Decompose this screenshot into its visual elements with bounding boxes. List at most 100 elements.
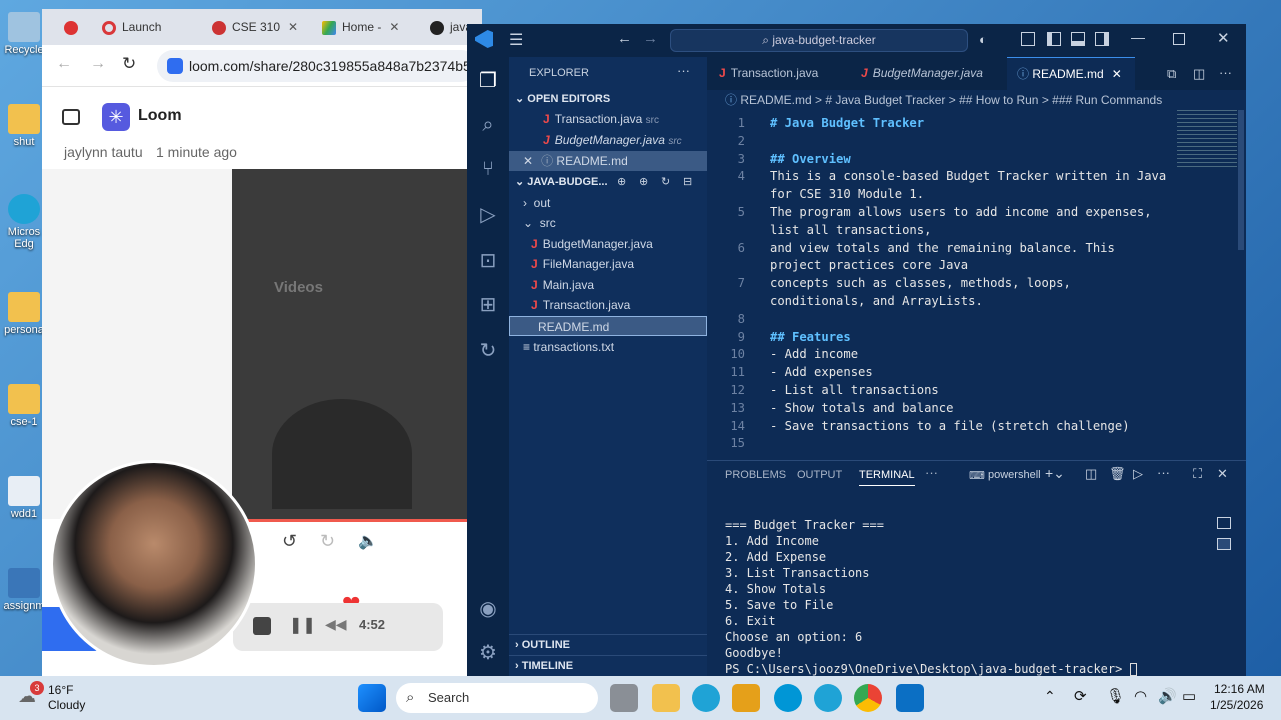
stop-icon[interactable]: [253, 617, 271, 635]
toggle-secondary-icon[interactable]: [1095, 32, 1109, 46]
desktop-icon-recycle[interactable]: Recycle: [0, 12, 48, 56]
chevron-up-icon[interactable]: ⌃: [1044, 688, 1056, 705]
minimize-icon[interactable]: —: [1131, 29, 1145, 45]
copilot-icon[interactable]: ◐: [979, 32, 987, 47]
volume-icon[interactable]: 🔈: [358, 531, 378, 551]
tab-cse310[interactable]: CSE 310 ✕: [212, 13, 298, 41]
wifi-icon[interactable]: ◠: [1134, 687, 1147, 705]
hp-icon[interactable]: [774, 684, 802, 712]
reload-icon[interactable]: ↻: [122, 54, 136, 74]
desktop-icon-wdd[interactable]: wdd1: [0, 476, 48, 520]
edge-dev-icon[interactable]: [814, 684, 842, 712]
layout-icon[interactable]: [1021, 32, 1035, 46]
store-icon[interactable]: [732, 684, 760, 712]
vscode-icon[interactable]: [896, 684, 924, 712]
pause-icon[interactable]: ❚❚: [289, 615, 316, 635]
remote-icon[interactable]: ⊡: [476, 249, 500, 273]
split-editor-icon[interactable]: ◫: [1193, 66, 1205, 82]
tab-launch[interactable]: Launch: [102, 13, 161, 41]
desktop-icon-personal[interactable]: persona: [0, 292, 48, 336]
close-icon[interactable]: ✕: [1112, 67, 1122, 81]
minimap[interactable]: [1177, 110, 1237, 170]
clock-time[interactable]: 12:16 AM: [1214, 682, 1265, 696]
toggle-panel-icon[interactable]: [1071, 32, 1085, 46]
task-view-icon[interactable]: [610, 684, 638, 712]
source-control-icon[interactable]: ⑂: [476, 157, 500, 181]
forward-icon[interactable]: →: [643, 30, 658, 47]
more-icon[interactable]: ···: [1219, 65, 1232, 80]
outline-header[interactable]: › OUTLINE: [509, 634, 707, 654]
tree-file-budgetmanager[interactable]: J BudgetManager.java: [509, 234, 707, 254]
explorer-icon[interactable]: ❐: [476, 69, 500, 93]
command-search[interactable]: ⌕ java-budget-tracker: [670, 29, 968, 52]
desktop-icon-cse[interactable]: cse-1: [0, 384, 48, 428]
close-panel-icon[interactable]: ✕: [1217, 466, 1228, 482]
extensions-icon[interactable]: ⊞: [476, 293, 500, 317]
tab-output[interactable]: OUTPUT: [797, 469, 842, 481]
back-icon[interactable]: ←: [56, 55, 72, 73]
shell-label[interactable]: powershell: [988, 469, 1041, 481]
sidebar-toggle-icon[interactable]: [62, 109, 80, 125]
close-icon[interactable]: ✕: [389, 20, 399, 34]
tree-folder-out[interactable]: › out: [509, 193, 707, 213]
tab-problems[interactable]: PROBLEMS: [725, 469, 786, 481]
breadcrumb[interactable]: ⓘ README.md > # Java Budget Tracker > ##…: [707, 90, 1246, 110]
tab-home[interactable]: Home - ✕: [322, 13, 399, 41]
timeline-header[interactable]: › TIMELINE: [509, 655, 707, 675]
account-icon[interactable]: ◉: [476, 597, 500, 621]
new-terminal-icon[interactable]: +⌄: [1045, 465, 1065, 482]
start-icon[interactable]: [358, 684, 386, 712]
gear-icon[interactable]: ⚙: [476, 641, 500, 665]
tree-file-main[interactable]: J Main.java: [509, 275, 707, 295]
tab-budgetmanager[interactable]: J BudgetManager.java: [861, 57, 983, 90]
tree-folder-src[interactable]: ⌄ src: [509, 213, 707, 233]
close-icon[interactable]: ✕: [288, 20, 298, 34]
trash-icon[interactable]: 🗑: [1109, 466, 1126, 482]
more-icon[interactable]: ···: [1157, 465, 1170, 480]
webcam-bubble[interactable]: [50, 460, 258, 668]
menu-icon[interactable]: ☰: [509, 30, 523, 50]
clock-date[interactable]: 1/25/2026: [1210, 698, 1263, 712]
close-icon[interactable]: ✕: [1217, 29, 1230, 47]
tree-file-filemanager[interactable]: J FileManager.java: [509, 254, 707, 274]
maximize-icon[interactable]: [1173, 33, 1185, 45]
open-editors-header[interactable]: ⌄ OPEN EDITORS: [509, 89, 707, 109]
more-icon[interactable]: ···: [677, 63, 690, 78]
rewind-icon[interactable]: ↺: [282, 531, 297, 552]
open-editor-readme[interactable]: ✕ ⓘ README.md: [509, 151, 707, 171]
desktop-icon-shut[interactable]: shut: [0, 104, 48, 148]
url-input[interactable]: loom.com/share/280c319855a848a7b2374b542: [157, 50, 477, 82]
progress-bar[interactable]: [242, 519, 482, 522]
project-header[interactable]: ⌄ JAVA-BUDGE... ⊕ ⊕ ↻ ⊟: [509, 172, 707, 192]
tree-file-readme[interactable]: README.md: [509, 316, 707, 336]
close-icon[interactable]: ✕: [523, 154, 533, 168]
more-icon[interactable]: ···: [925, 465, 938, 480]
chrome-icon[interactable]: [854, 684, 882, 712]
taskbar-search[interactable]: ⌕ Search: [396, 683, 598, 713]
forward-icon[interactable]: →: [90, 55, 106, 73]
search-icon[interactable]: ⌕: [476, 113, 500, 137]
desktop-icon-assignment[interactable]: assignm: [0, 568, 48, 612]
volume-icon[interactable]: 🔊: [1158, 687, 1177, 705]
run-icon[interactable]: ▷: [1133, 466, 1143, 482]
sync-icon[interactable]: ⟳: [1074, 687, 1087, 705]
toggle-sidebar-icon[interactable]: [1047, 32, 1061, 46]
microphone-icon[interactable]: 🎙: [1106, 687, 1125, 705]
new-file-icon[interactable]: ⊕: [617, 172, 626, 192]
share-icon[interactable]: ↻: [476, 339, 500, 363]
open-editor-budgetmanager[interactable]: J BudgetManager.java src: [509, 130, 707, 150]
back-icon[interactable]: ←: [617, 30, 632, 47]
tree-file-transactions-txt[interactable]: ≡ transactions.txt: [509, 337, 707, 357]
collapse-icon[interactable]: ⊟: [683, 172, 692, 192]
tab-github[interactable]: java: [430, 13, 472, 41]
tree-file-transaction[interactable]: J Transaction.java: [509, 295, 707, 315]
tab-readme[interactable]: ⓘ README.md ✕: [1007, 57, 1135, 90]
restart-icon[interactable]: ◀◀: [325, 616, 347, 633]
open-editor-transaction[interactable]: J Transaction.java src: [509, 109, 707, 129]
file-explorer-icon[interactable]: [652, 684, 680, 712]
edge-icon[interactable]: [692, 684, 720, 712]
run-debug-icon[interactable]: ▷: [476, 203, 500, 227]
desktop-icon-edge[interactable]: Micros Edg: [0, 194, 48, 250]
record-icon[interactable]: [64, 13, 84, 41]
tab-terminal[interactable]: TERMINAL: [859, 469, 915, 486]
